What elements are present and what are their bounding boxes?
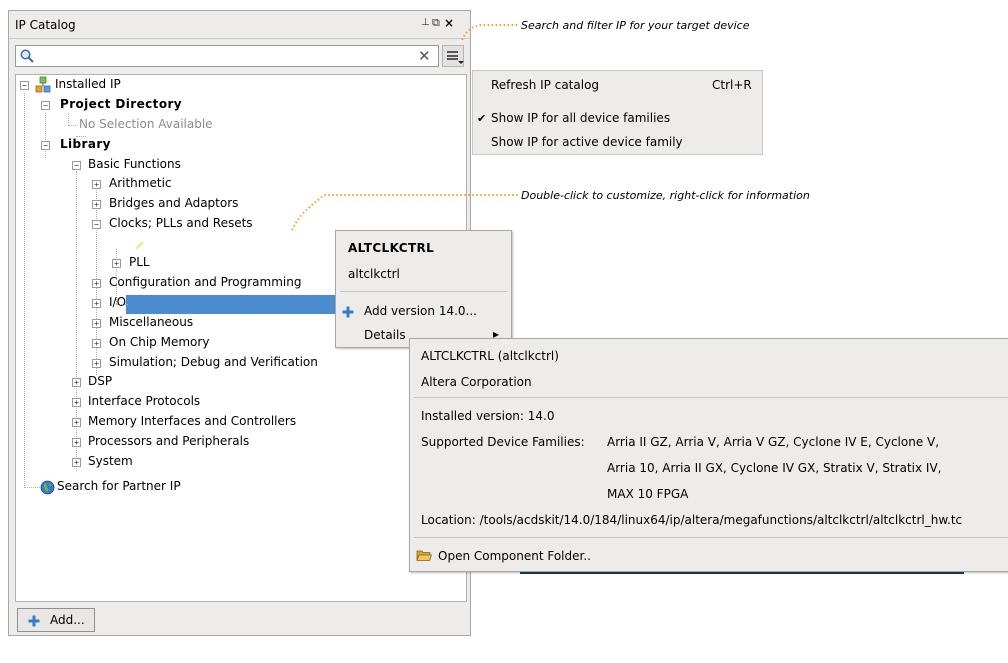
search-input[interactable]: ✕ [15,45,439,67]
menu-item-open-folder[interactable]: Open Component Folder.. [438,549,591,563]
float-window-icon[interactable]: ⧉ [432,16,440,30]
details-families-label: Supported Device Families: [421,435,585,449]
collapse-toggle[interactable]: − [20,81,29,90]
expand-toggle[interactable]: + [92,200,101,209]
expand-toggle[interactable]: + [92,359,101,368]
expand-toggle[interactable]: + [72,398,81,407]
tree-node-simulation[interactable]: Simulation; Debug and Verification [109,353,318,372]
tree-node-partner-ip[interactable]: Search for Partner IP [57,477,181,496]
add-button-label: Add... [50,613,85,627]
ip-details-popup: ALTCLKCTRL (altclkctrl) Altera Corporati… [409,338,1008,572]
tree-node-memory-interfaces[interactable]: Memory Interfaces and Controllers [88,412,296,431]
details-installed-version: Installed version: 14.0 [421,409,555,423]
tree-node-configuration[interactable]: Configuration and Programming [109,273,301,292]
folder-open-icon [416,550,432,561]
expand-toggle[interactable]: + [92,339,101,348]
tree-node-clocks[interactable]: Clocks; PLLs and Resets [109,214,253,233]
selected-row-highlight [126,295,340,314]
menu-item-add-version[interactable]: Add version 14.0... [364,304,477,318]
tree-node-system[interactable]: System [88,452,133,471]
add-ip-button[interactable]: Add... [17,608,95,632]
tree-node-arithmetic[interactable]: Arithmetic [109,174,172,193]
search-icon [20,49,34,63]
details-location: Location: /tools/acdskit/14.0/184/linux6… [421,513,963,527]
component-tree-icon [35,76,51,93]
tree-node-io[interactable]: I/O [109,293,126,312]
tree-node-no-selection: No Selection Available [79,117,213,131]
wand-icon [135,238,147,250]
expand-toggle[interactable]: + [72,418,81,427]
chevron-down-icon [458,61,464,64]
collapse-toggle[interactable]: − [92,220,101,229]
expand-toggle[interactable]: + [112,259,121,268]
menu-item-show-active[interactable]: Show IP for active device family [491,135,683,149]
expand-toggle[interactable]: + [72,378,81,387]
details-families-line1: Arria II GZ, Arria V, Arria V GZ, Cyclon… [607,435,940,449]
tree-node-library[interactable]: Library [60,135,111,154]
tree-node-bridges[interactable]: Bridges and Adaptors [109,194,238,213]
menu-icon [447,51,458,60]
context-menu-subtitle: altclkctrl [348,267,400,281]
globe-icon [40,480,55,495]
clear-search-icon[interactable]: ✕ [418,47,431,65]
tree-node-interface-protocols[interactable]: Interface Protocols [88,392,200,411]
expand-toggle[interactable]: + [92,299,101,308]
menu-item-details[interactable]: Details [364,328,406,342]
tree-node-miscellaneous[interactable]: Miscellaneous [109,313,193,332]
menu-item-show-all[interactable]: Show IP for all device families [491,111,670,125]
tree-node-on-chip-memory[interactable]: On Chip Memory [109,333,209,352]
details-vendor: Altera Corporation [421,375,532,389]
tree-node-processors[interactable]: Processors and Peripherals [88,432,249,451]
menu-item-refresh[interactable]: Refresh IP catalog [491,78,599,92]
plus-icon [342,306,354,318]
tree-node-project-directory[interactable]: Project Directory [60,95,182,114]
plus-icon [28,615,40,627]
filter-menu-button[interactable] [442,45,464,67]
tree-node-pll[interactable]: PLL [129,253,150,272]
expand-toggle[interactable]: + [72,458,81,467]
context-menu-title: ALTCLKCTRL [348,241,435,255]
expand-toggle[interactable]: + [92,319,101,328]
details-name: ALTCLKCTRL (altclkctrl) [421,349,559,363]
ip-context-menu: ALTCLKCTRL altclkctrl Add version 14.0..… [335,230,512,348]
panel-title: IP Catalog [15,18,76,32]
collapse-toggle[interactable]: − [72,161,81,170]
tree-node-dsp[interactable]: DSP [88,372,112,391]
callout-double-click: Double-click to customize, right-click f… [521,189,810,202]
details-families-line2: Arria 10, Arria II GX, Cyclone IV GX, St… [607,461,942,475]
expand-toggle[interactable]: + [72,438,81,447]
panel-header: IP Catalog ⊥ ⧉ × [9,11,470,39]
refresh-shortcut: Ctrl+R [712,78,752,92]
callout-search: Search and filter IP for your target dev… [521,19,750,32]
tree-node-altclkctrl[interactable]: ALTCLKCTRL [153,233,226,252]
collapse-toggle[interactable]: − [41,141,50,150]
pin-icon[interactable]: ⊥ [421,17,430,28]
collapse-toggle[interactable]: − [41,101,50,110]
tree-node-installed-ip[interactable]: Installed IP [55,75,121,94]
details-families-line3: MAX 10 FPGA [607,487,689,501]
expand-toggle[interactable]: + [92,279,101,288]
tree-node-basic-functions[interactable]: Basic Functions [88,155,181,174]
checkmark-icon: ✔ [477,112,487,125]
filter-dropdown-menu: Refresh IP catalog Ctrl+R ✔ Show IP for … [472,70,763,155]
close-icon[interactable]: × [444,16,454,30]
expand-toggle[interactable]: + [92,180,101,189]
